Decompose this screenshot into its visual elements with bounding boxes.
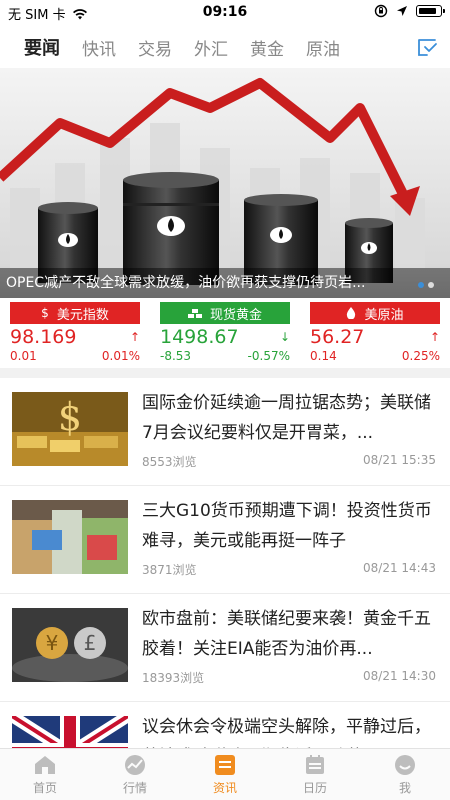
news-item[interactable]: $ 国际金价延续逾一周拉锯态势；美联储7月会议纪要料仅是开胃菜，... 8553… xyxy=(0,378,450,486)
quote-value: 56.27 xyxy=(310,326,365,348)
quote-percent: -0.57% xyxy=(247,349,290,363)
tab-yaowen[interactable]: 要闻 xyxy=(24,34,60,60)
orientation-lock-icon xyxy=(374,4,388,18)
news-title: 议会休会令极端空头解除，平静过后，英镑或随脱欧日期临近再动荡 xyxy=(142,717,431,748)
tab-kuaixun[interactable]: 快讯 xyxy=(82,35,116,60)
arrow-up-icon: ↑ xyxy=(129,330,140,344)
battery-icon xyxy=(416,5,445,17)
quote-label: $ 美元指数 xyxy=(10,302,140,324)
news-item[interactable]: 议会休会令极端空头解除，平静过后，英镑或随脱欧日期临近再动荡 xyxy=(0,702,450,748)
tab-jiaoyi[interactable]: 交易 xyxy=(138,35,172,60)
calendar-icon xyxy=(306,754,324,774)
arrow-down-icon: ↓ xyxy=(279,330,290,344)
quote-value: 98.169 xyxy=(10,326,77,348)
news-thumbnail: ¥ £ xyxy=(12,608,128,682)
carousel-dot-active xyxy=(418,282,424,288)
svg-text:£: £ xyxy=(84,631,97,655)
nav-news[interactable]: 资讯 xyxy=(180,749,270,800)
tab-waihui[interactable]: 外汇 xyxy=(194,35,228,60)
home-icon xyxy=(35,755,55,774)
carousel-indicator xyxy=(418,282,434,288)
news-item[interactable]: 三大G10货币预期遭下调！投资性货币难寻，美元或能再挺一阵子 3871浏览 08… xyxy=(0,486,450,594)
quote-dollar-index[interactable]: $ 美元指数 98.169 ↑ 0.01 0.01% xyxy=(0,298,150,368)
quote-percent: 0.01% xyxy=(101,349,140,363)
svg-text:¥: ¥ xyxy=(46,631,59,655)
quote-label: 现货黄金 xyxy=(160,302,290,324)
gold-bars-icon xyxy=(187,308,202,318)
news-thumbnail xyxy=(12,716,128,748)
news-title: 国际金价延续逾一周拉锯态势；美联储7月会议纪要料仅是开胃菜，... xyxy=(142,393,431,443)
quote-change: -8.53 xyxy=(160,349,192,363)
news-list: $ 国际金价延续逾一周拉锯态势；美联储7月会议纪要料仅是开胃菜，... 8553… xyxy=(0,378,450,748)
news-date: 08/21 14:43 xyxy=(363,561,436,575)
news-title: 欧市盘前：美联储纪要来袭！黄金千五胶着！关注EIA能否为油价再... xyxy=(142,609,431,659)
tab-yuanyou[interactable]: 原油 xyxy=(306,35,340,60)
news-views: 8553浏览 xyxy=(142,455,197,469)
news-icon xyxy=(215,754,235,775)
arrow-up-icon: ↑ xyxy=(429,330,440,344)
profile-icon xyxy=(395,754,415,775)
status-bar: 无 SIM 卡 09:16 xyxy=(0,0,450,24)
market-quotes: $ 美元指数 98.169 ↑ 0.01 0.01% 现货黄金 1498.67 … xyxy=(0,298,450,368)
headline-banner[interactable]: OPEC减产不敌全球需求放缓，油价欲再获支撑仍待页岩... xyxy=(0,68,450,298)
chart-icon xyxy=(125,754,145,775)
banner-image xyxy=(0,78,425,285)
news-item[interactable]: ¥ £ 欧市盘前：美联储纪要来袭！黄金千五胶着！关注EIA能否为油价再... 1… xyxy=(0,594,450,702)
quote-percent: 0.25% xyxy=(401,349,440,363)
news-thumbnail xyxy=(12,500,128,574)
news-date: 08/21 15:35 xyxy=(363,453,436,467)
nav-calendar[interactable]: 日历 xyxy=(270,749,360,800)
status-right xyxy=(374,4,445,18)
dollar-icon: $ xyxy=(41,306,49,320)
quote-spot-gold[interactable]: 现货黄金 1498.67 ↓ -8.53 -0.57% xyxy=(150,298,300,368)
news-thumbnail: $ xyxy=(12,392,128,466)
news-date: 08/21 14:30 xyxy=(363,669,436,683)
edit-tabs-icon[interactable] xyxy=(416,36,438,58)
nav-market[interactable]: 行情 xyxy=(90,749,180,800)
nav-home[interactable]: 首页 xyxy=(0,749,90,800)
tab-huangjin[interactable]: 黄金 xyxy=(250,35,284,60)
banner-caption[interactable]: OPEC减产不敌全球需求放缓，油价欲再获支撑仍待页岩... xyxy=(0,268,450,298)
quote-label: 美原油 xyxy=(310,302,440,324)
oil-drop-icon xyxy=(347,307,356,319)
quote-change: 0.14 xyxy=(310,349,337,363)
news-views: 18393浏览 xyxy=(142,671,205,685)
quote-change: 0.01 xyxy=(10,349,37,363)
carousel-dot xyxy=(428,282,434,288)
quote-us-crude[interactable]: 美原油 56.27 ↑ 0.14 0.25% xyxy=(300,298,450,368)
news-views: 3871浏览 xyxy=(142,563,197,577)
quote-value: 1498.67 xyxy=(160,326,239,348)
svg-text:$: $ xyxy=(58,395,82,439)
news-title: 三大G10货币预期遭下调！投资性货币难寻，美元或能再挺一阵子 xyxy=(142,501,432,551)
location-icon xyxy=(397,6,407,16)
section-divider xyxy=(0,368,450,378)
category-tabs: 要闻 快讯 交易 外汇 黄金 原油 xyxy=(0,26,450,68)
bottom-nav: 首页 行情 资讯 日历 我 xyxy=(0,748,450,800)
nav-me[interactable]: 我 xyxy=(360,749,450,800)
